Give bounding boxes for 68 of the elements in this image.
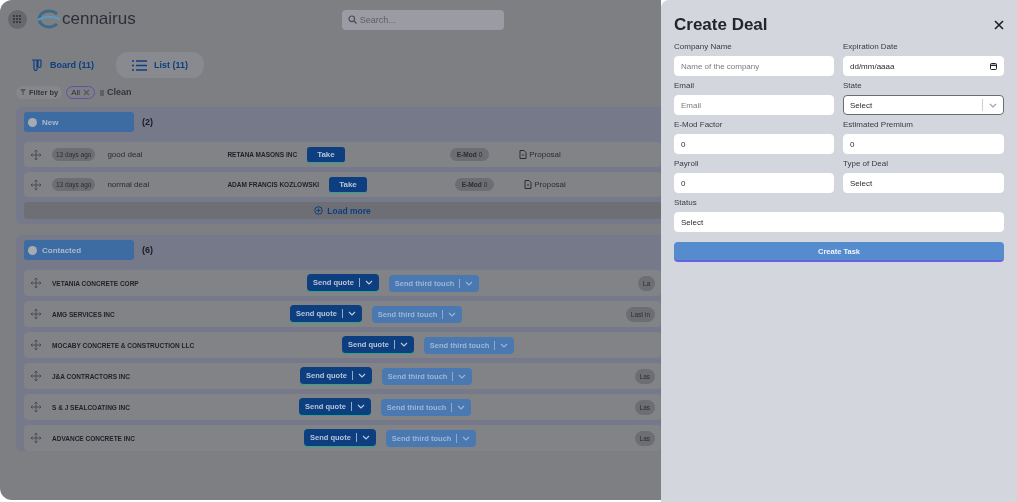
deal-title: normal deal <box>107 180 151 189</box>
group-count: (6) <box>142 245 153 255</box>
document-icon <box>524 180 533 189</box>
close-button[interactable] <box>994 20 1004 30</box>
apps-menu-button[interactable] <box>8 9 27 29</box>
status-dot-icon <box>28 245 37 255</box>
drag-handle-icon[interactable] <box>30 148 42 161</box>
status-dot-icon <box>28 117 37 127</box>
chevron-down-icon <box>361 434 370 441</box>
chevron-down-icon <box>364 279 373 286</box>
clean-button[interactable]: Clean <box>99 87 132 97</box>
deal-title: good deal <box>107 150 144 159</box>
chevron-down-icon <box>448 310 457 318</box>
select-field[interactable]: Select <box>674 212 1004 232</box>
field-label: Type of Deal <box>843 159 889 169</box>
chevron-down-icon <box>347 310 356 317</box>
input-field[interactable]: Email <box>674 95 834 115</box>
chevron-down-icon <box>989 101 997 109</box>
board-icon <box>30 58 43 72</box>
field-label: Company Name <box>674 42 733 52</box>
field-label: State <box>843 81 863 91</box>
input-field[interactable]: 0 <box>674 134 834 154</box>
field-label: Payroll <box>674 159 700 169</box>
chevron-down-icon <box>399 341 408 348</box>
search-icon <box>347 15 357 24</box>
drag-handle-icon[interactable] <box>30 370 42 382</box>
drag-handle-icon[interactable] <box>30 339 42 351</box>
proposal-link[interactable]: Proposal <box>524 180 566 189</box>
input-field[interactable]: 0 <box>843 134 1004 154</box>
select-field[interactable]: Select <box>843 173 1004 193</box>
field-label: Estimated Premium <box>843 120 914 130</box>
document-icon <box>519 150 528 159</box>
close-icon <box>83 88 91 96</box>
status-pill: New <box>24 112 134 132</box>
drag-handle-icon[interactable] <box>30 178 42 191</box>
logo-icon <box>35 9 61 29</box>
drag-handle-icon[interactable] <box>30 277 42 289</box>
chevron-down-icon <box>462 434 471 442</box>
chevron-down-icon <box>458 372 467 380</box>
chevron-down-icon <box>357 372 366 379</box>
take-button[interactable]: Take <box>307 146 345 163</box>
field-label: Expiration Date <box>843 42 899 52</box>
field-label: E-Mod Factor <box>674 120 724 130</box>
list-icon <box>132 59 147 71</box>
drag-handle-icon[interactable] <box>30 401 42 413</box>
drag-handle-icon[interactable] <box>30 308 42 320</box>
plus-circle-icon <box>314 206 324 215</box>
input-field[interactable]: Name of the company <box>674 56 834 76</box>
field-label: Status <box>674 198 698 208</box>
status-pill: Contacted <box>24 240 134 260</box>
dialog-title: Create Deal <box>674 15 768 35</box>
input-field[interactable]: 0 <box>674 173 834 193</box>
take-button[interactable]: Take <box>329 176 367 193</box>
chevron-down-icon <box>457 403 466 411</box>
proposal-link[interactable]: Proposal <box>519 150 561 159</box>
close-icon <box>994 20 1004 30</box>
trash-icon <box>99 88 106 96</box>
group-count: (2) <box>142 117 153 127</box>
select-field[interactable]: Select <box>843 95 1004 115</box>
calendar-icon <box>990 62 997 70</box>
field-label: Email <box>674 81 695 91</box>
chevron-down-icon <box>465 279 474 287</box>
drag-handle-icon[interactable] <box>30 432 42 444</box>
logo-text: cennairus <box>62 9 136 29</box>
chevron-down-icon <box>500 341 509 349</box>
filter-icon <box>20 89 26 95</box>
date-field[interactable]: dd/mm/aaaa <box>843 56 1004 76</box>
chevron-down-icon <box>356 403 365 410</box>
